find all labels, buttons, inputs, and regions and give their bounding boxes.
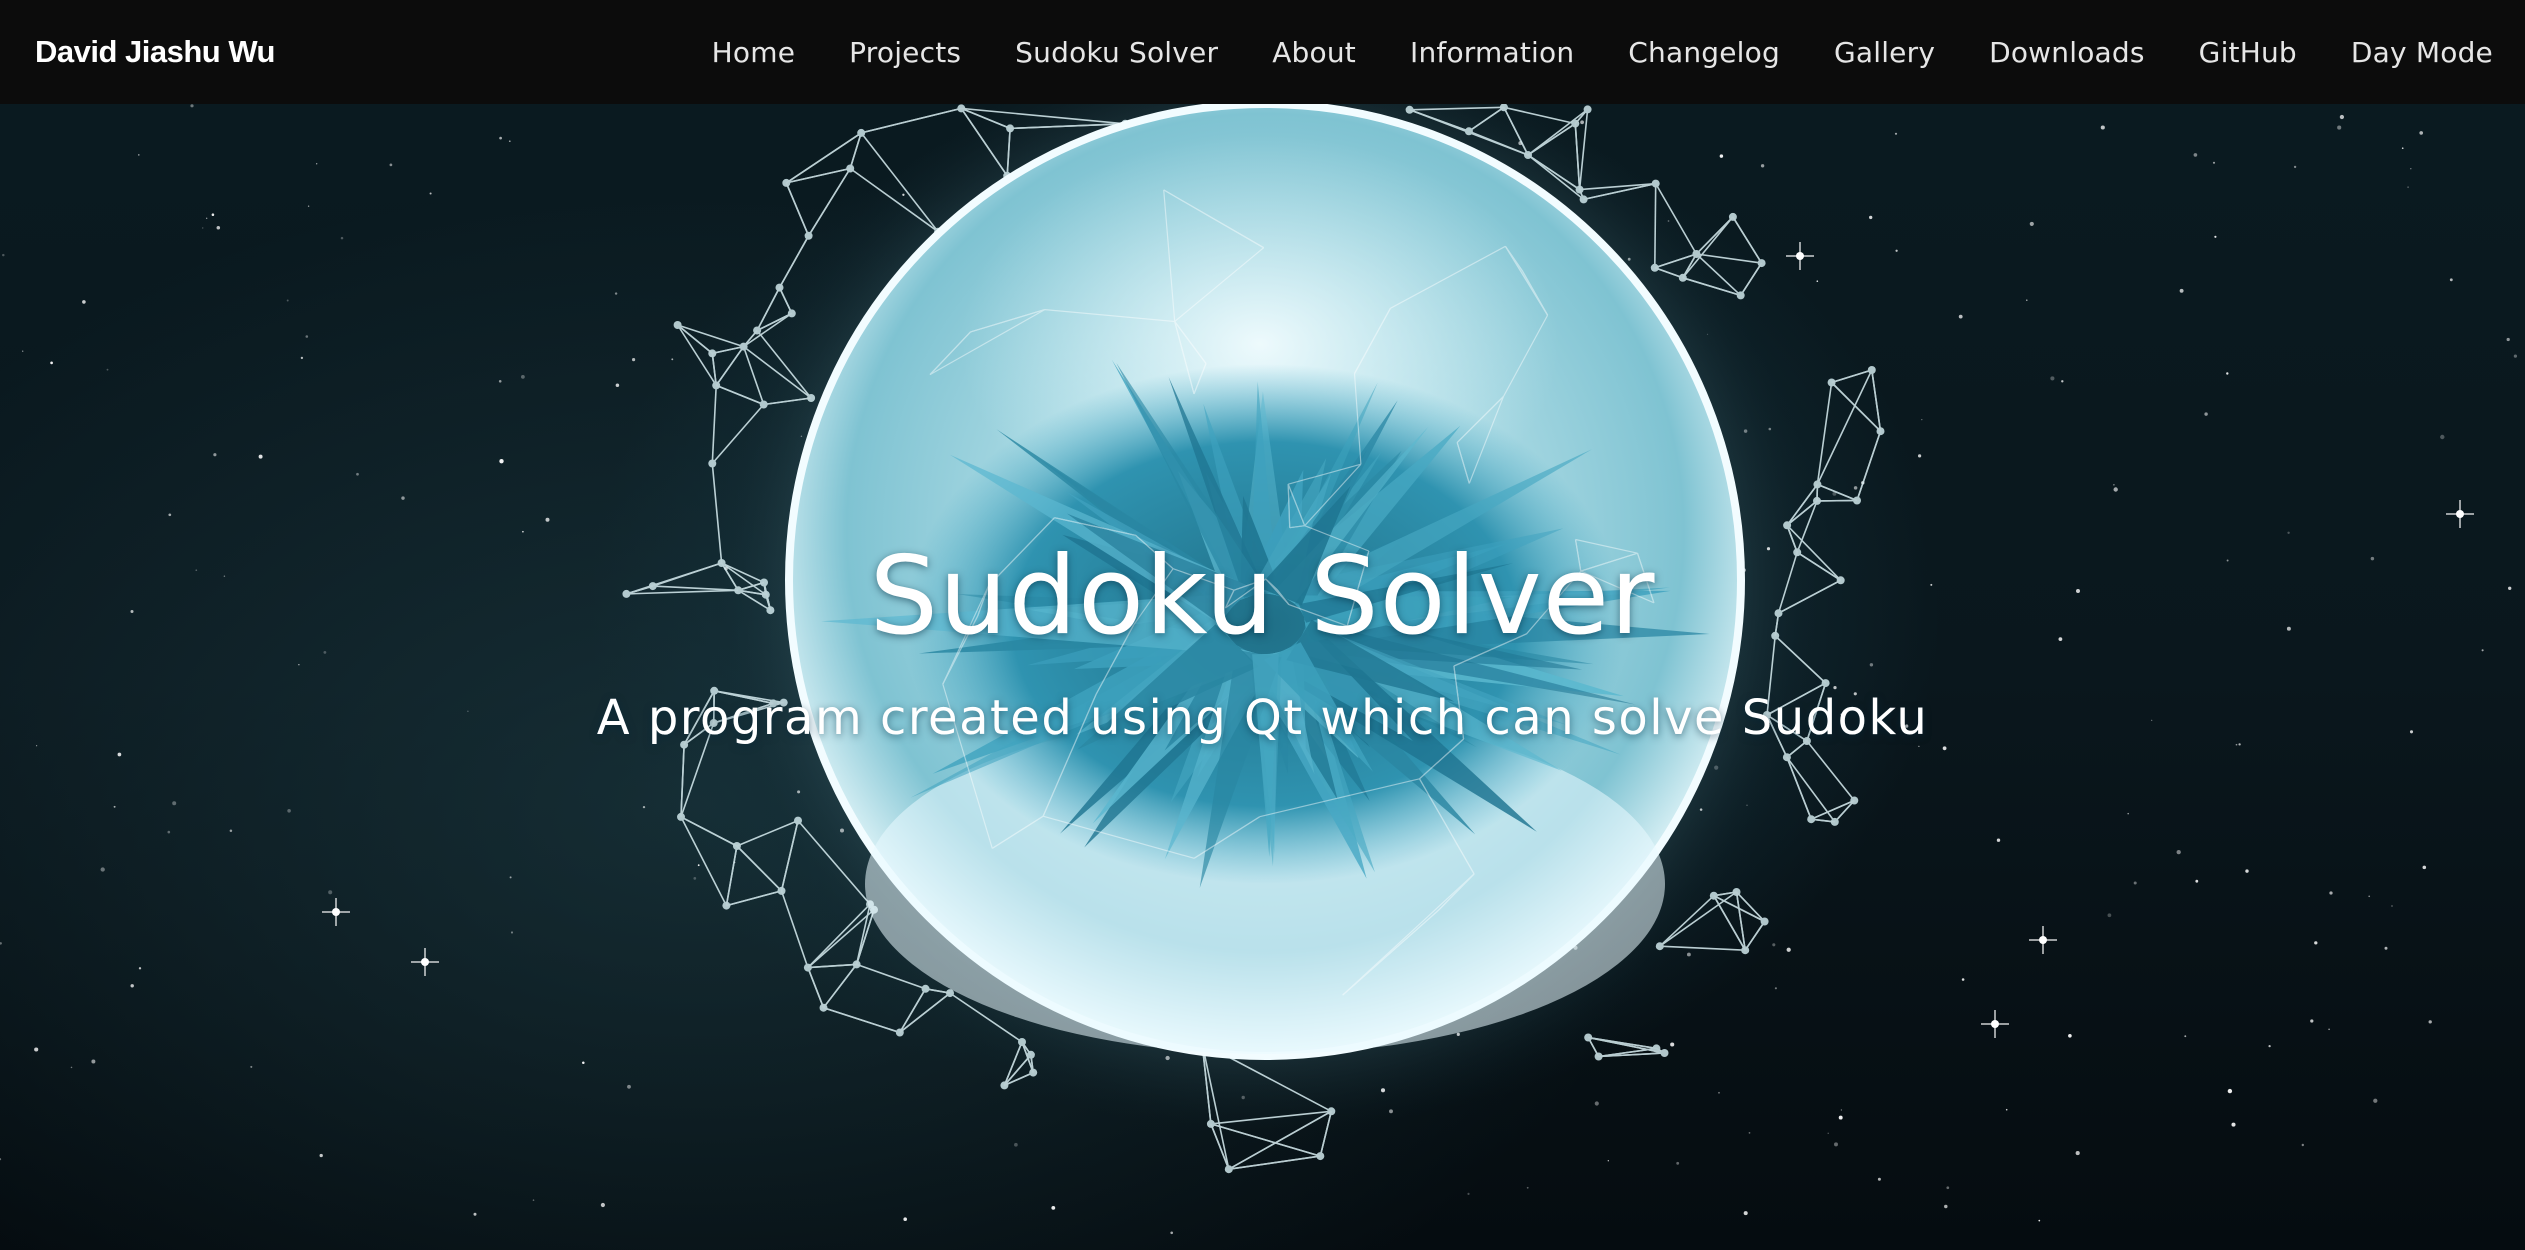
nav-item-changelog: Changelog [1628,36,1780,69]
hero-section: Sudoku Solver A program created using Qt… [0,104,2525,1250]
hero-title: Sudoku Solver [869,534,1656,659]
day-mode-toggle[interactable]: Day Mode [2351,36,2493,69]
nav-link-changelog[interactable]: Changelog [1628,36,1780,69]
nav-item-about: About [1272,36,1356,69]
nav-menu: Home Projects Sudoku Solver About Inform… [658,36,2493,69]
nav-link-sudoku-solver[interactable]: Sudoku Solver [1015,36,1218,69]
nav-link-home[interactable]: Home [712,36,796,69]
nav-item-projects: Projects [849,36,961,69]
hero-background-image [0,104,2518,1235]
nav-link-about[interactable]: About [1272,36,1356,69]
bright-star [2446,500,2474,528]
brand-logo[interactable]: David Jiashu Wu [35,34,276,70]
nav-link-projects[interactable]: Projects [849,36,961,69]
nav-item-day-mode: Day Mode [2351,36,2493,69]
nav-item-information: Information [1410,36,1574,69]
bright-star [322,898,350,926]
nav-item-sudoku-solver: Sudoku Solver [1015,36,1218,69]
top-navbar: David Jiashu Wu Home Projects Sudoku Sol… [0,0,2525,104]
bright-star [411,948,439,976]
bright-star [1786,242,1814,270]
nav-link-information[interactable]: Information [1410,36,1574,69]
nav-item-gallery: Gallery [1834,36,1935,69]
nav-link-gallery[interactable]: Gallery [1834,36,1935,69]
nav-item-downloads: Downloads [1989,36,2145,69]
hero-subtitle: A program created using Qt which can sol… [596,690,1929,746]
nav-link-downloads[interactable]: Downloads [1989,36,2145,69]
nav-item-home: Home [712,36,796,69]
bright-star [1981,1010,2009,1038]
nav-item-github: GitHub [2199,36,2297,69]
bright-star [2029,926,2057,954]
nav-link-github[interactable]: GitHub [2199,36,2297,69]
page: David Jiashu Wu Home Projects Sudoku Sol… [0,0,2525,1250]
